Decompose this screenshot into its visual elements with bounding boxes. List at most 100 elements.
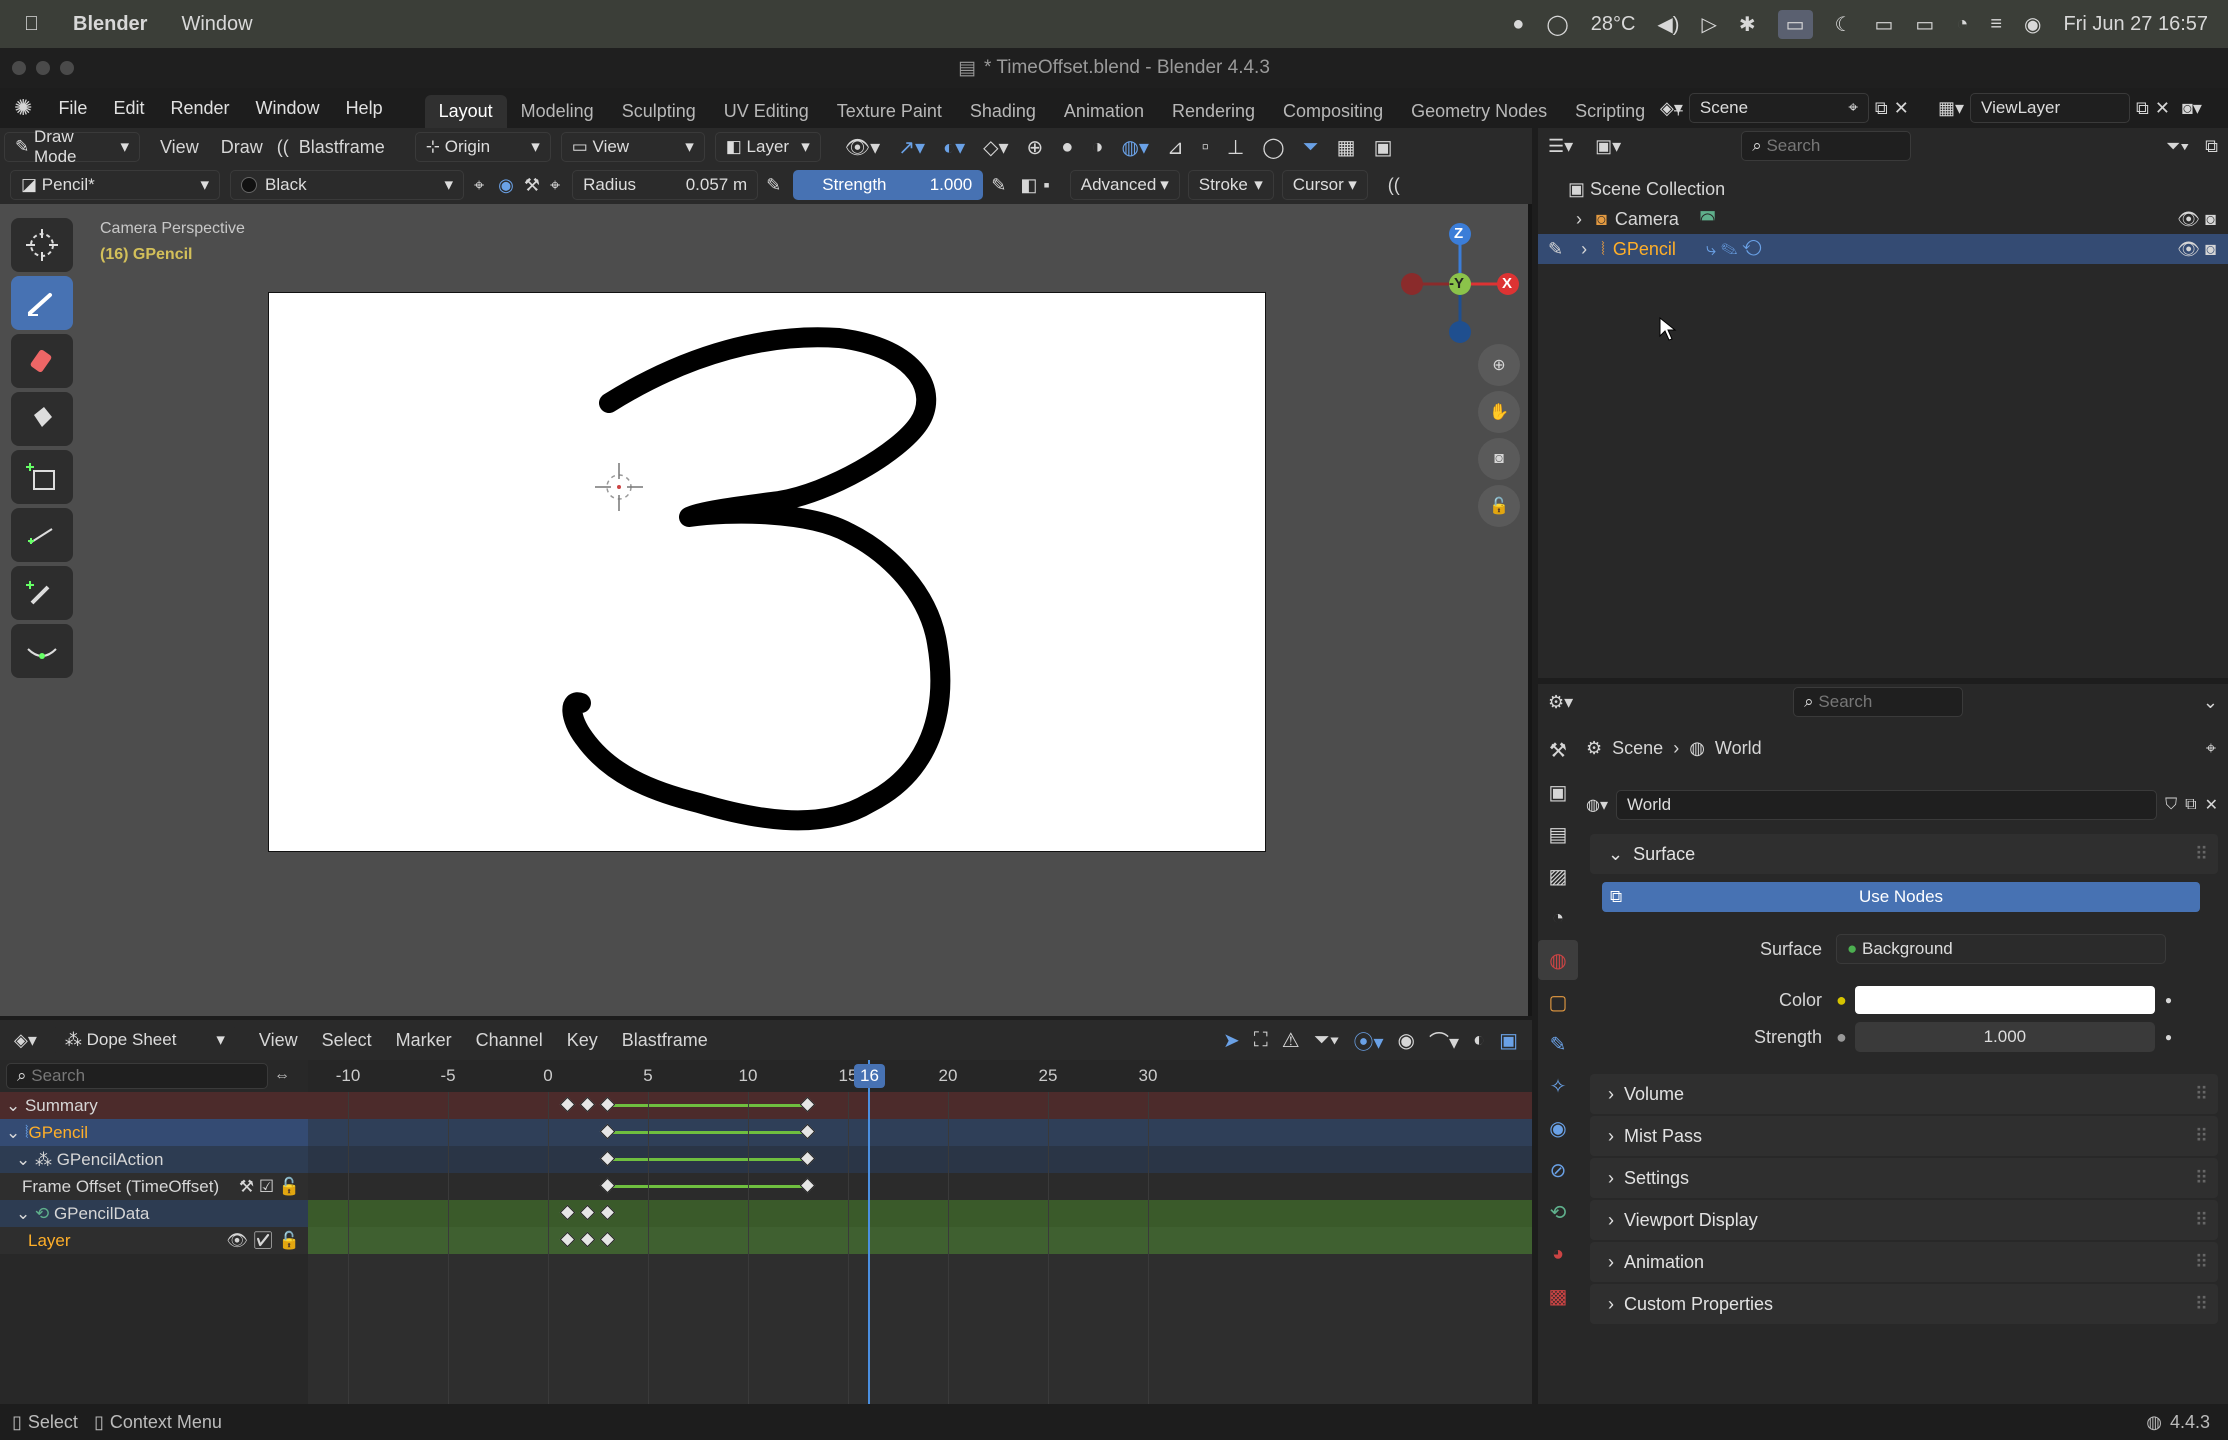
keyframe[interactable] xyxy=(599,1150,616,1167)
brush-dropdown[interactable]: ◪ Pencil* ▾ xyxy=(10,170,220,200)
tab-modeling[interactable]: Modeling xyxy=(507,95,608,128)
channel-layer[interactable]: Layer 👁 ☑ 🔓 xyxy=(0,1227,308,1254)
pin-icon[interactable]: ⌖ xyxy=(474,175,484,196)
menu-window[interactable]: Window xyxy=(256,98,320,119)
overlay-icon[interactable]: ◐▾ xyxy=(943,135,965,160)
play-icon[interactable]: ▷ xyxy=(1701,12,1716,37)
strength-pressure-icon[interactable]: ✎ xyxy=(991,175,1006,196)
navigation-gizmo[interactable]: Z X -Y xyxy=(1390,220,1530,360)
draw-tool[interactable] xyxy=(11,276,73,330)
tab-shading[interactable]: Shading xyxy=(956,95,1050,128)
keyframe[interactable] xyxy=(599,1123,616,1140)
show-hidden-icon[interactable]: ⛶ xyxy=(1254,1029,1268,1052)
guides-icon[interactable]: (( xyxy=(1388,175,1400,196)
scene-tab-icon[interactable]: ◔ xyxy=(1538,898,1578,938)
zoom-icon[interactable]: ⊕ xyxy=(1478,344,1520,386)
stabilize-icon[interactable]: ◧ xyxy=(1020,175,1037,196)
tab-compositing[interactable]: Compositing xyxy=(1269,95,1397,128)
mask-icon[interactable]: ⊥ xyxy=(1227,135,1244,160)
battery-icon[interactable]: ▭ xyxy=(1915,12,1934,37)
dope-menu-blastframe[interactable]: Blastframe xyxy=(622,1030,708,1051)
dope-mode-dropdown[interactable]: ⁂ Dope Sheet ▾ xyxy=(54,1025,235,1055)
channel-gpencil-object[interactable]: ⌄ ⦚ GPencil xyxy=(0,1119,308,1146)
grid-icon[interactable]: ▦ xyxy=(1337,135,1356,160)
new-scene-icon[interactable]: ⧉ xyxy=(1875,98,1888,119)
panel-settings[interactable]: › Settings ⠿ xyxy=(1590,1158,2218,1198)
cursor-dropdown[interactable]: Cursor ▾ xyxy=(1281,170,1368,200)
tab-rendering[interactable]: Rendering xyxy=(1158,95,1269,128)
image-icon[interactable]: ▣ xyxy=(1374,135,1393,160)
siri-icon[interactable]: ◉ xyxy=(2024,12,2041,37)
modifier-tab-icon[interactable]: ✎ xyxy=(1538,1024,1578,1064)
keyframe[interactable] xyxy=(599,1096,616,1113)
record-icon[interactable]: ● xyxy=(1512,13,1524,36)
tab-scripting[interactable]: Scripting xyxy=(1561,95,1659,128)
proportional-icon[interactable]: ▫ xyxy=(1202,136,1209,159)
screens-icon[interactable]: ▭ xyxy=(1777,9,1813,39)
duplicate-icon[interactable]: ⧉ xyxy=(2185,796,2196,814)
keyframe[interactable] xyxy=(559,1096,576,1113)
keyframe[interactable] xyxy=(559,1204,576,1221)
cursor-tool[interactable] xyxy=(11,218,73,272)
panel-custom-properties[interactable]: › Custom Properties ⠿ xyxy=(1590,1284,2218,1324)
mode-dropdown[interactable]: ✎ Draw Mode ▾ xyxy=(4,127,140,166)
only-errors-icon[interactable]: ⚠ xyxy=(1282,1028,1300,1053)
editor-type-icon[interactable]: ⚙▾ xyxy=(1548,692,1573,713)
use-nodes-button[interactable]: ⧉ Use Nodes xyxy=(1602,882,2200,912)
color-swatch[interactable] xyxy=(1854,986,2155,1014)
world-tab-icon[interactable]: ◍ xyxy=(1538,940,1578,980)
menu-draw[interactable]: Draw xyxy=(221,137,263,158)
keyframe[interactable] xyxy=(579,1204,596,1221)
camera-frame[interactable] xyxy=(268,292,1266,852)
menu-view[interactable]: View xyxy=(160,137,199,158)
channel-summary[interactable]: ⌄ Summary xyxy=(0,1092,308,1119)
current-frame-indicator[interactable]: 16 xyxy=(854,1064,885,1088)
fill-tool[interactable] xyxy=(11,392,73,446)
frame-ruler[interactable]: -10 -5 0 5 10 15 20 25 30 xyxy=(308,1060,1532,1092)
view-dropdown[interactable]: ▭ View ▾ xyxy=(560,132,705,162)
camera-view-icon[interactable]: ◙ xyxy=(1478,438,1520,480)
menu-file[interactable]: File xyxy=(58,98,87,119)
scene-icon[interactable]: ◈▾ xyxy=(1660,98,1683,119)
minimize-window-button[interactable] xyxy=(36,61,50,75)
outliner-item-camera[interactable]: › ◙ Camera ◚ 👁 ◙ xyxy=(1538,204,2228,234)
keyframe[interactable] xyxy=(559,1231,576,1248)
panel-animation[interactable]: › Animation ⠿ xyxy=(1590,1242,2218,1282)
outliner-search[interactable]: ⌕ Search xyxy=(1741,131,1912,161)
filter-icon[interactable]: ⏷ xyxy=(1303,136,1319,159)
panel-mist-pass[interactable]: › Mist Pass ⠿ xyxy=(1590,1116,2218,1156)
display-icon[interactable]: ▭ xyxy=(1874,12,1893,37)
panel-viewport-display[interactable]: › Viewport Display ⠿ xyxy=(1590,1200,2218,1240)
erase-tool[interactable] xyxy=(11,334,73,388)
remove-scene-icon[interactable]: ✕ xyxy=(1894,98,1909,119)
output-tab-icon[interactable]: ▤ xyxy=(1538,814,1578,854)
zoom-window-button[interactable] xyxy=(60,61,74,75)
radius-field[interactable]: Radius 0.057 m xyxy=(572,170,759,200)
world-browse-icon[interactable]: ◍▾ xyxy=(1586,795,1608,815)
channel-gpencil-data[interactable]: ⌄ ⟲ GPencilData xyxy=(0,1200,308,1227)
snap-icon[interactable]: ⦿▾ xyxy=(1353,1026,1383,1055)
view-layer-tab-icon[interactable]: ▨ xyxy=(1538,856,1578,896)
lock-icon[interactable]: 🔓 xyxy=(1478,485,1520,527)
proportional-icon[interactable]: ◉ xyxy=(1398,1028,1415,1053)
tab-uv-editing[interactable]: UV Editing xyxy=(710,95,823,128)
tab-layout[interactable]: Layout xyxy=(424,95,507,128)
object-tab-icon[interactable]: ▢ xyxy=(1538,982,1578,1022)
keyframe-hold-bar[interactable] xyxy=(608,1158,808,1161)
eye-icon[interactable]: 👁 ◙ xyxy=(2177,239,2216,260)
editor-type-icon[interactable]: ☰▾ xyxy=(1548,136,1573,157)
new-collection-icon[interactable]: ⧉ xyxy=(2205,136,2218,157)
surface-panel-header[interactable]: ⌄ Surface ⠿ xyxy=(1590,834,2218,874)
channel-search[interactable]: ⌕ Search xyxy=(6,1063,268,1089)
constraints-tab-icon[interactable]: ⊘ xyxy=(1538,1150,1578,1190)
close-window-button[interactable] xyxy=(12,61,26,75)
bluetooth-icon[interactable]: ✱ xyxy=(1739,12,1756,37)
dope-filter-icon[interactable]: ⏷▾ xyxy=(1314,1029,1340,1052)
new-viewlayer-icon[interactable]: ⧉ xyxy=(2136,98,2149,119)
solid-shading-icon[interactable]: ● xyxy=(1061,136,1073,159)
channel-action[interactable]: ⌄ ⁂ GPencilAction xyxy=(0,1146,308,1173)
weather-temp[interactable]: 28°C xyxy=(1591,13,1636,36)
pin-icon[interactable]: ⌖ xyxy=(2206,738,2216,759)
properties-search[interactable]: ⌕ Search xyxy=(1793,687,1964,717)
only-selected-icon[interactable]: ➤ xyxy=(1223,1028,1240,1053)
